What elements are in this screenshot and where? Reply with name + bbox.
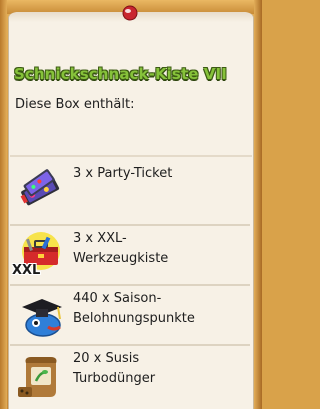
pushpin-icon	[122, 5, 138, 21]
item-label: 440 x Saison- Belohnungspunkte	[73, 289, 243, 329]
box-title: Schnickschnack-Kiste VII	[14, 65, 227, 83]
item-label-line2: Turbodünger	[73, 371, 156, 386]
item-label-line1: 3 x Party-Ticket	[73, 166, 173, 181]
frame-right-edge	[254, 0, 262, 409]
list-item: 3 x Party-Ticket	[10, 162, 250, 222]
item-divider	[10, 284, 250, 286]
list-item: 440 x Saison- Belohnungspunkte	[10, 287, 250, 347]
frame-left-edge	[0, 0, 7, 409]
list-item: 20 x Susis Turbodünger	[10, 347, 250, 407]
fertilizer-sack-icon	[18, 357, 57, 397]
list-item: XXL 3 x XXL- Werkzeugkiste	[10, 227, 250, 287]
item-label: 20 x Susis Turbodünger	[73, 349, 243, 389]
item-label-line2: Belohnungspunkte	[73, 311, 195, 326]
item-label-line1: 440 x Saison-	[73, 291, 162, 306]
item-divider	[10, 224, 250, 226]
party-ticket-icon	[20, 169, 60, 206]
item-label: 3 x XXL- Werkzeugkiste	[73, 229, 243, 269]
item-label-line1: 3 x XXL-	[73, 231, 127, 246]
header-divider	[10, 155, 252, 157]
box-subtitle: Diese Box enthält:	[15, 97, 135, 112]
season-reward-points-icon	[22, 299, 62, 337]
xxl-badge: XXL	[12, 263, 41, 278]
item-divider	[10, 344, 250, 346]
item-label-line2: Werkzeugkiste	[73, 251, 169, 266]
item-label-line1: 20 x Susis	[73, 351, 140, 366]
item-label: 3 x Party-Ticket	[73, 164, 243, 184]
